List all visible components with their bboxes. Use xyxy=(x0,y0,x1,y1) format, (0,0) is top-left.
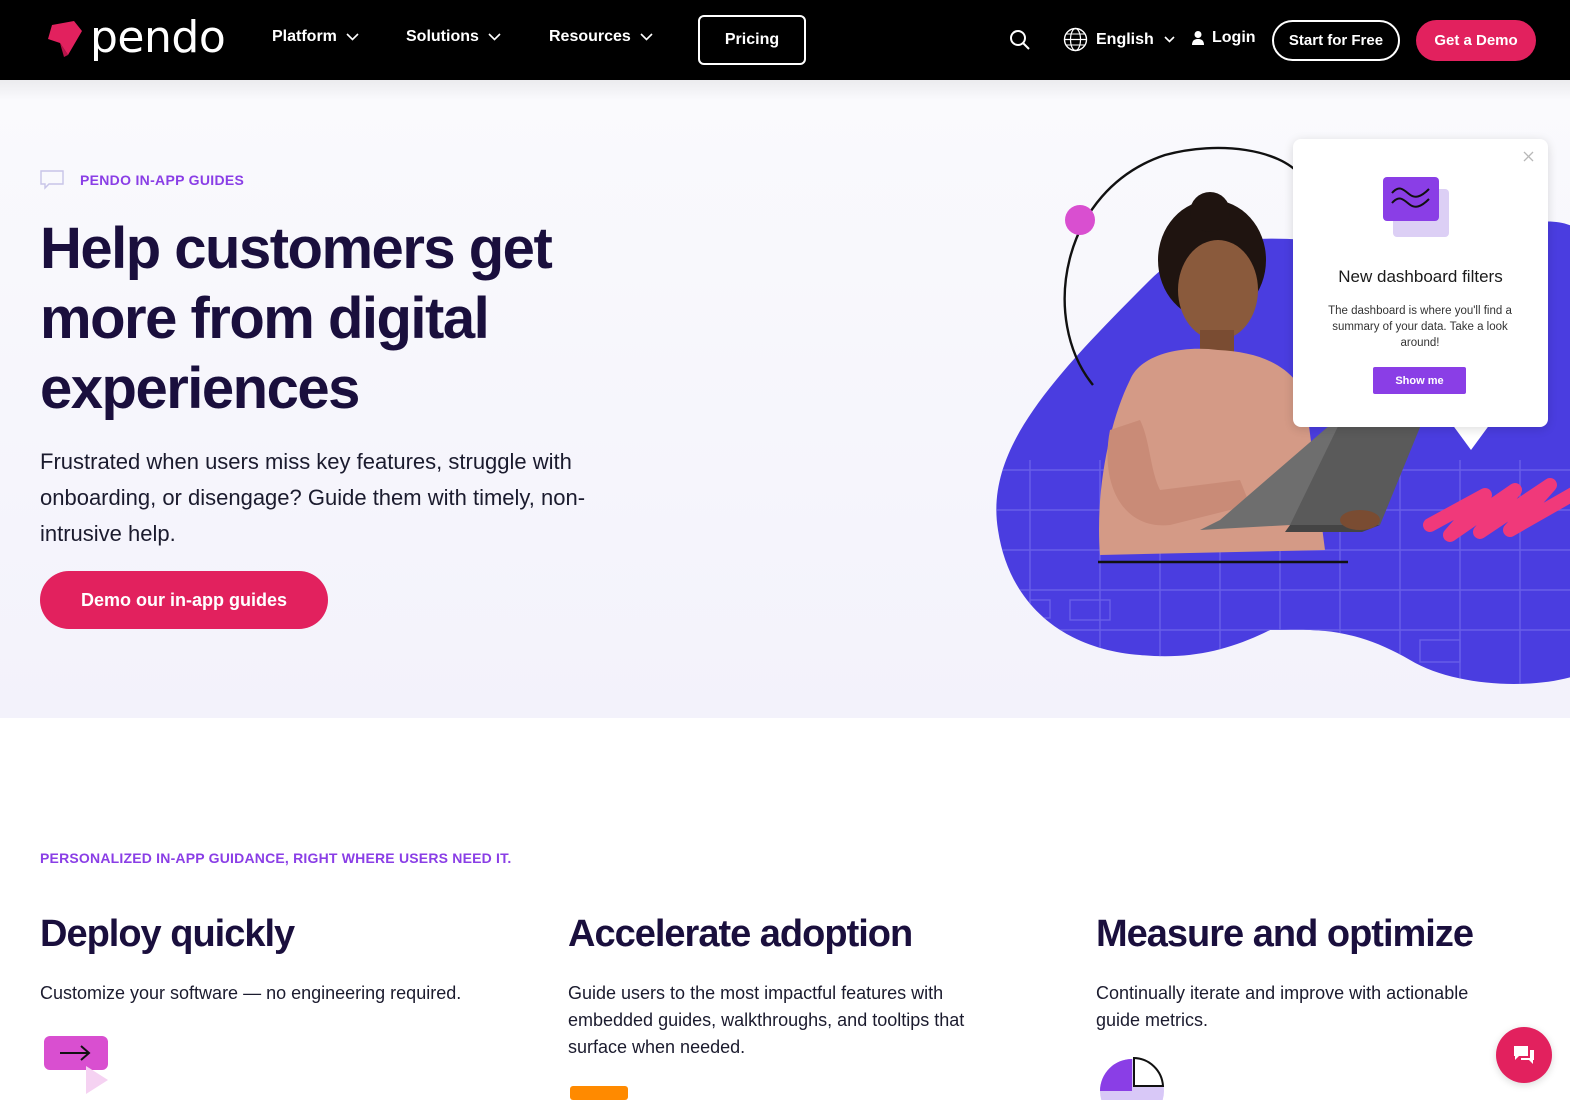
start-for-free-button[interactable]: Start for Free xyxy=(1272,20,1400,61)
top-navigation: pendo Platform Solutions Resources Prici… xyxy=(0,0,1570,80)
nav-platform[interactable]: Platform xyxy=(272,28,359,46)
nav-solutions-label: Solutions xyxy=(406,28,479,45)
nav-resources[interactable]: Resources xyxy=(549,28,653,46)
feature-deploy-quickly: Deploy quickly Customize your software —… xyxy=(40,910,500,1007)
chat-widget-button[interactable] xyxy=(1496,1027,1552,1083)
chevron-down-icon xyxy=(488,33,501,41)
hero-description: Frustrated when users miss key features,… xyxy=(40,449,586,546)
search-icon[interactable] xyxy=(1009,29,1031,51)
login-label: Login xyxy=(1212,29,1256,46)
pie-chart-icon xyxy=(1100,1056,1165,1100)
feature-description: Continually iterate and improve with act… xyxy=(1096,983,1469,1030)
get-a-demo-button[interactable]: Get a Demo xyxy=(1416,20,1536,61)
feature-accelerate-adoption: Accelerate adoption Guide users to the m… xyxy=(568,910,1008,1061)
pricing-button[interactable]: Pricing xyxy=(698,15,806,65)
guide-card-title: New dashboard filters xyxy=(1338,267,1503,286)
arrow-button-icon xyxy=(44,1036,108,1094)
login-link[interactable]: Login xyxy=(1191,29,1256,47)
pendo-logo-mark-icon xyxy=(48,21,82,57)
language-selector[interactable]: English xyxy=(1063,27,1175,52)
dashboard-chart-icon xyxy=(1383,177,1449,237)
chevron-down-icon xyxy=(640,33,653,41)
logo-text: pendo xyxy=(90,12,226,63)
nav-resources-label: Resources xyxy=(549,28,631,45)
hero-eyebrow-label: PENDO IN-APP GUIDES xyxy=(80,172,245,188)
user-icon xyxy=(1192,31,1204,45)
feature-title: Deploy quickly xyxy=(40,913,295,955)
nav-shadow xyxy=(0,80,1570,100)
magenta-dot xyxy=(1065,205,1095,235)
feature-measure-optimize: Measure and optimize Continually iterate… xyxy=(1096,910,1516,1034)
pendo-logo[interactable]: pendo xyxy=(46,12,226,63)
feature-description: Customize your software — no engineering… xyxy=(40,983,462,1003)
chevron-down-icon xyxy=(346,33,359,41)
hero-eyebrow: PENDO IN-APP GUIDES xyxy=(40,170,244,190)
hero-title: Help customers get more from digital exp… xyxy=(40,216,553,421)
chat-outline-icon xyxy=(40,170,64,190)
close-icon[interactable] xyxy=(1523,151,1534,162)
orange-tile-icon xyxy=(570,1086,628,1100)
nav-platform-label: Platform xyxy=(272,28,337,45)
feature-title: Accelerate adoption xyxy=(568,913,913,955)
nav-solutions[interactable]: Solutions xyxy=(406,28,501,46)
demo-in-app-guides-button[interactable]: Demo our in-app guides xyxy=(40,571,328,629)
chat-bubble-icon xyxy=(1514,1046,1534,1064)
globe-icon xyxy=(1063,27,1088,52)
feature-description: Guide users to the most impactful featur… xyxy=(568,983,965,1057)
guide-card-text: The dashboard is where you'll find a sum… xyxy=(1328,305,1512,349)
feature-title: Measure and optimize xyxy=(1096,913,1474,955)
features-eyebrow: PERSONALIZED IN-APP GUIDANCE, RIGHT WHER… xyxy=(40,850,512,866)
language-label: English xyxy=(1096,30,1154,48)
show-me-button[interactable]: Show me xyxy=(1373,367,1466,394)
chevron-down-icon xyxy=(1164,36,1175,43)
guide-card: New dashboard filters The dashboard is w… xyxy=(1293,139,1548,427)
